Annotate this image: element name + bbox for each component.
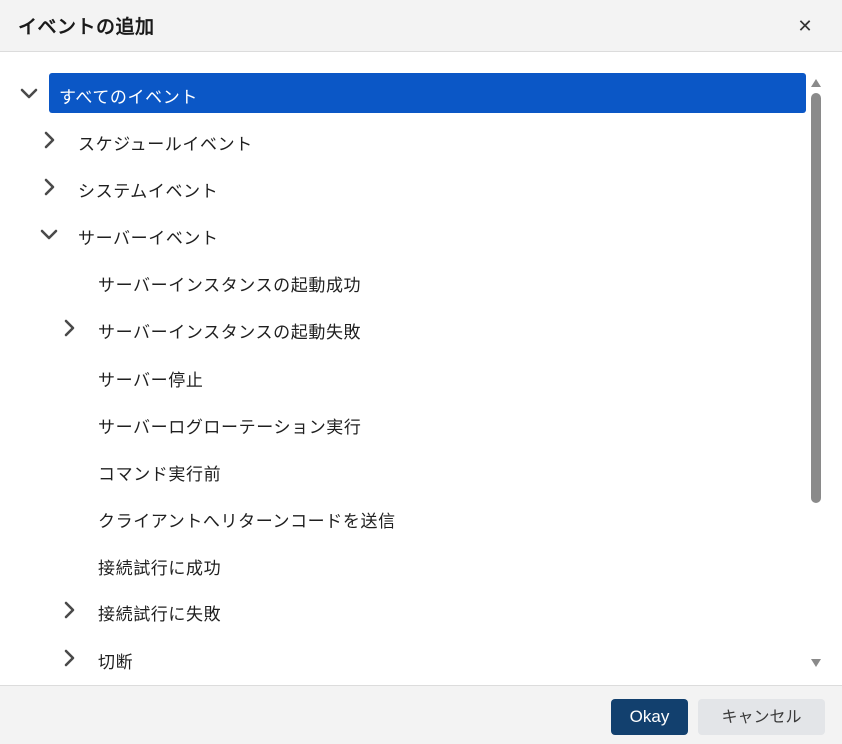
tree-item-send-return-code[interactable]: クライアントへリターンコードを送信 bbox=[0, 497, 806, 537]
tree-item-disconnect[interactable]: 切断 bbox=[0, 638, 806, 678]
tree-item-label: サーバーインスタンスの起動失敗 bbox=[98, 323, 362, 343]
tree-item-server-start-failure[interactable]: サーバーインスタンスの起動失敗 bbox=[0, 308, 806, 348]
tree-item-all-events[interactable]: すべてのイベント bbox=[0, 73, 806, 113]
vertical-scrollbar[interactable] bbox=[806, 71, 826, 667]
tree-item-label: サーバーインスタンスの起動成功 bbox=[98, 276, 362, 296]
tree-item-before-command[interactable]: コマンド実行前 bbox=[0, 450, 806, 490]
tree-item-system-events[interactable]: システムイベント bbox=[0, 167, 806, 207]
scrollbar-thumb[interactable] bbox=[811, 93, 821, 503]
tree-item-label: 接続試行に成功 bbox=[98, 559, 222, 579]
tree-item-label: サーバー停止 bbox=[98, 371, 204, 391]
tree-item-label: サーバーイベント bbox=[78, 229, 219, 249]
tree-item-label: すべてのイベント bbox=[59, 88, 198, 108]
chevron-down-icon[interactable] bbox=[17, 81, 41, 105]
tree-item-log-rotation[interactable]: サーバーログローテーション実行 bbox=[0, 403, 806, 443]
cancel-button[interactable]: キャンセル bbox=[698, 699, 825, 735]
tree-item-label: サーバーログローテーション実行 bbox=[98, 418, 362, 438]
scroll-up-arrow-icon[interactable] bbox=[810, 73, 822, 87]
tree-item-server-start-success[interactable]: サーバーインスタンスの起動成功 bbox=[0, 261, 806, 301]
tree-item-server-events[interactable]: サーバーイベント bbox=[0, 214, 806, 254]
tree-item-schedule-events[interactable]: スケジュールイベント bbox=[0, 120, 806, 160]
chevron-right-icon[interactable] bbox=[37, 128, 61, 152]
tree-item-label: スケジュールイベント bbox=[78, 135, 253, 155]
close-icon[interactable]: ✕ bbox=[792, 14, 818, 40]
dialog-title: イベントの追加 bbox=[18, 16, 155, 38]
dialog-footer: Okay キャンセル bbox=[0, 685, 842, 744]
add-event-dialog: イベントの追加 ✕ すべてのイベント スケジュールイベント システムイベント サ… bbox=[0, 0, 842, 744]
chevron-down-icon[interactable] bbox=[37, 222, 61, 246]
chevron-right-icon[interactable] bbox=[57, 646, 81, 670]
tree-item-server-stop[interactable]: サーバー停止 bbox=[0, 356, 806, 396]
tree-item-connect-success[interactable]: 接続試行に成功 bbox=[0, 544, 806, 584]
tree-item-label: 接続試行に失敗 bbox=[98, 605, 222, 625]
chevron-right-icon[interactable] bbox=[57, 598, 81, 622]
tree-item-label: 切断 bbox=[98, 653, 134, 673]
chevron-right-icon[interactable] bbox=[37, 175, 61, 199]
chevron-right-icon[interactable] bbox=[57, 316, 81, 340]
dialog-header: イベントの追加 ✕ bbox=[0, 0, 842, 52]
tree-item-connect-failure[interactable]: 接続試行に失敗 bbox=[0, 590, 806, 630]
okay-button[interactable]: Okay bbox=[611, 699, 688, 735]
tree-item-label: システムイベント bbox=[78, 182, 219, 202]
event-tree: すべてのイベント スケジュールイベント システムイベント サーバーイベント サー… bbox=[0, 53, 842, 685]
tree-item-label: コマンド実行前 bbox=[98, 465, 222, 485]
tree-item-label: クライアントへリターンコードを送信 bbox=[98, 512, 396, 532]
scroll-down-arrow-icon[interactable] bbox=[810, 653, 822, 667]
